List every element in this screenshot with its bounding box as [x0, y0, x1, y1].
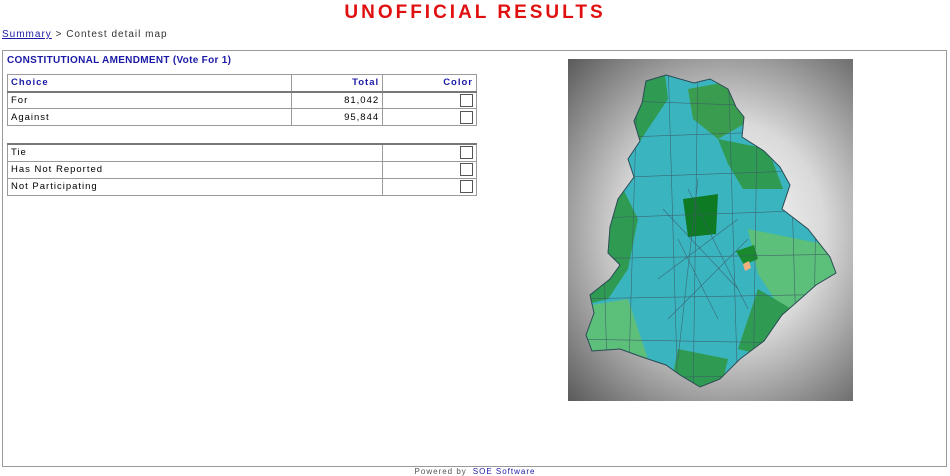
choice-name: For — [6, 91, 293, 109]
column-header-choice: Choice — [6, 74, 293, 93]
results-header-row: Choice Total Color — [6, 74, 477, 93]
contest-title: CONSTITUTIONAL AMENDMENT (Vote For 1) — [7, 55, 232, 66]
table-row: Tie — [6, 143, 477, 162]
footer-link[interactable]: SOE Software — [473, 467, 536, 476]
color-swatch — [460, 93, 473, 107]
choice-total: 95,844 — [291, 108, 384, 126]
color-cell — [382, 91, 477, 109]
footer: Powered by SOE Software — [0, 467, 950, 476]
color-cell — [382, 108, 477, 126]
color-swatch — [460, 163, 473, 176]
county-map-svg — [585, 74, 837, 388]
precinct-map[interactable] — [568, 59, 853, 401]
status-table: Tie Has Not Reported Not Participating — [6, 143, 477, 196]
breadcrumb: Summary > Contest detail map — [2, 29, 168, 40]
status-name: Not Participating — [6, 177, 384, 196]
color-cell — [382, 177, 477, 196]
color-cell — [382, 160, 477, 179]
results-table: Choice Total Color For 81,042 Against 95… — [6, 74, 477, 126]
footer-text: Powered by — [414, 467, 467, 476]
page-title: UNOFFICIAL RESULTS — [344, 2, 606, 23]
choice-name: Against — [6, 108, 293, 126]
color-swatch — [460, 146, 473, 160]
color-swatch — [460, 180, 473, 193]
table-row: Not Participating — [6, 177, 477, 196]
table-row: Has Not Reported — [6, 160, 477, 179]
column-header-total: Total — [291, 74, 384, 93]
table-row: For 81,042 — [6, 91, 477, 109]
breadcrumb-summary-link[interactable]: Summary — [2, 29, 52, 40]
choice-total: 81,042 — [291, 91, 384, 109]
column-header-color: Color — [382, 74, 477, 93]
breadcrumb-separator: > — [51, 29, 67, 40]
color-swatch — [460, 110, 473, 124]
color-cell — [382, 143, 477, 162]
status-name: Tie — [6, 143, 384, 162]
table-row: Against 95,844 — [6, 108, 477, 126]
breadcrumb-current: Contest detail map — [66, 29, 168, 40]
status-name: Has Not Reported — [6, 160, 384, 179]
